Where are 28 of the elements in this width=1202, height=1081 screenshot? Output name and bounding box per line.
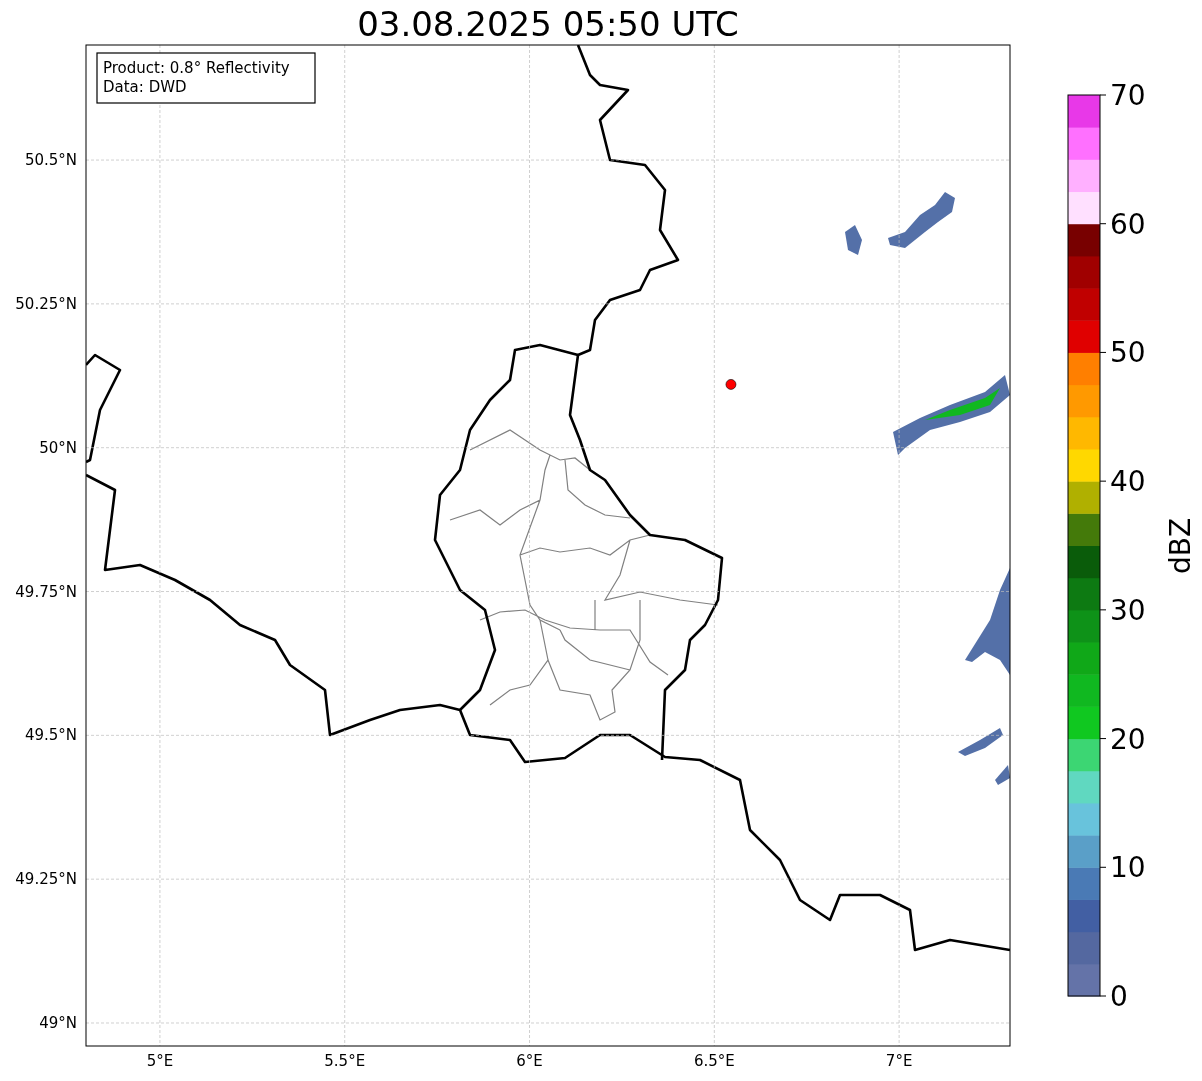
legend-text: Product: 0.8° Reflectivity (103, 59, 290, 77)
tick-label: 5.5°E (324, 1052, 366, 1070)
colorbar-tick-label: 0 (1110, 980, 1128, 1013)
radar-echo (888, 192, 955, 248)
legend-text: Data: DWD (103, 78, 187, 96)
tick-label: 6.5°E (693, 1052, 735, 1070)
radar-echo (958, 728, 1003, 756)
tick-label: 7°E (885, 1052, 913, 1070)
tick-label: 50.5°N (24, 151, 77, 170)
tick-label: 49.5°N (24, 726, 77, 745)
tick-label: 6°E (516, 1052, 543, 1070)
tick-label: 50.25°N (15, 294, 77, 313)
tick-label: 5°E (146, 1052, 174, 1070)
tick-label: 49°N (39, 1014, 77, 1032)
radar-echo (995, 765, 1010, 785)
colorbar-tick-label: 20 (1110, 722, 1146, 756)
tick-label: 49.25°N (15, 870, 77, 889)
colorbar-tick-label: 70 (1110, 79, 1146, 112)
colorbar-label: dBZ (1164, 517, 1197, 575)
colorbar-tick-label: 60 (1110, 207, 1146, 241)
colorbar-tick-label: 30 (1110, 593, 1146, 627)
colorbar-tick-label: 40 (1110, 465, 1146, 499)
tick-label: 49.75°N (15, 582, 77, 601)
radar-echo (845, 225, 862, 255)
colorbar-tick-label: 10 (1110, 851, 1146, 885)
tick-label: 50°N (39, 438, 77, 457)
colorbar-tick-label: 50 (1110, 336, 1146, 370)
chart-title: 03.08.2025 05:50 UTC (357, 4, 739, 44)
